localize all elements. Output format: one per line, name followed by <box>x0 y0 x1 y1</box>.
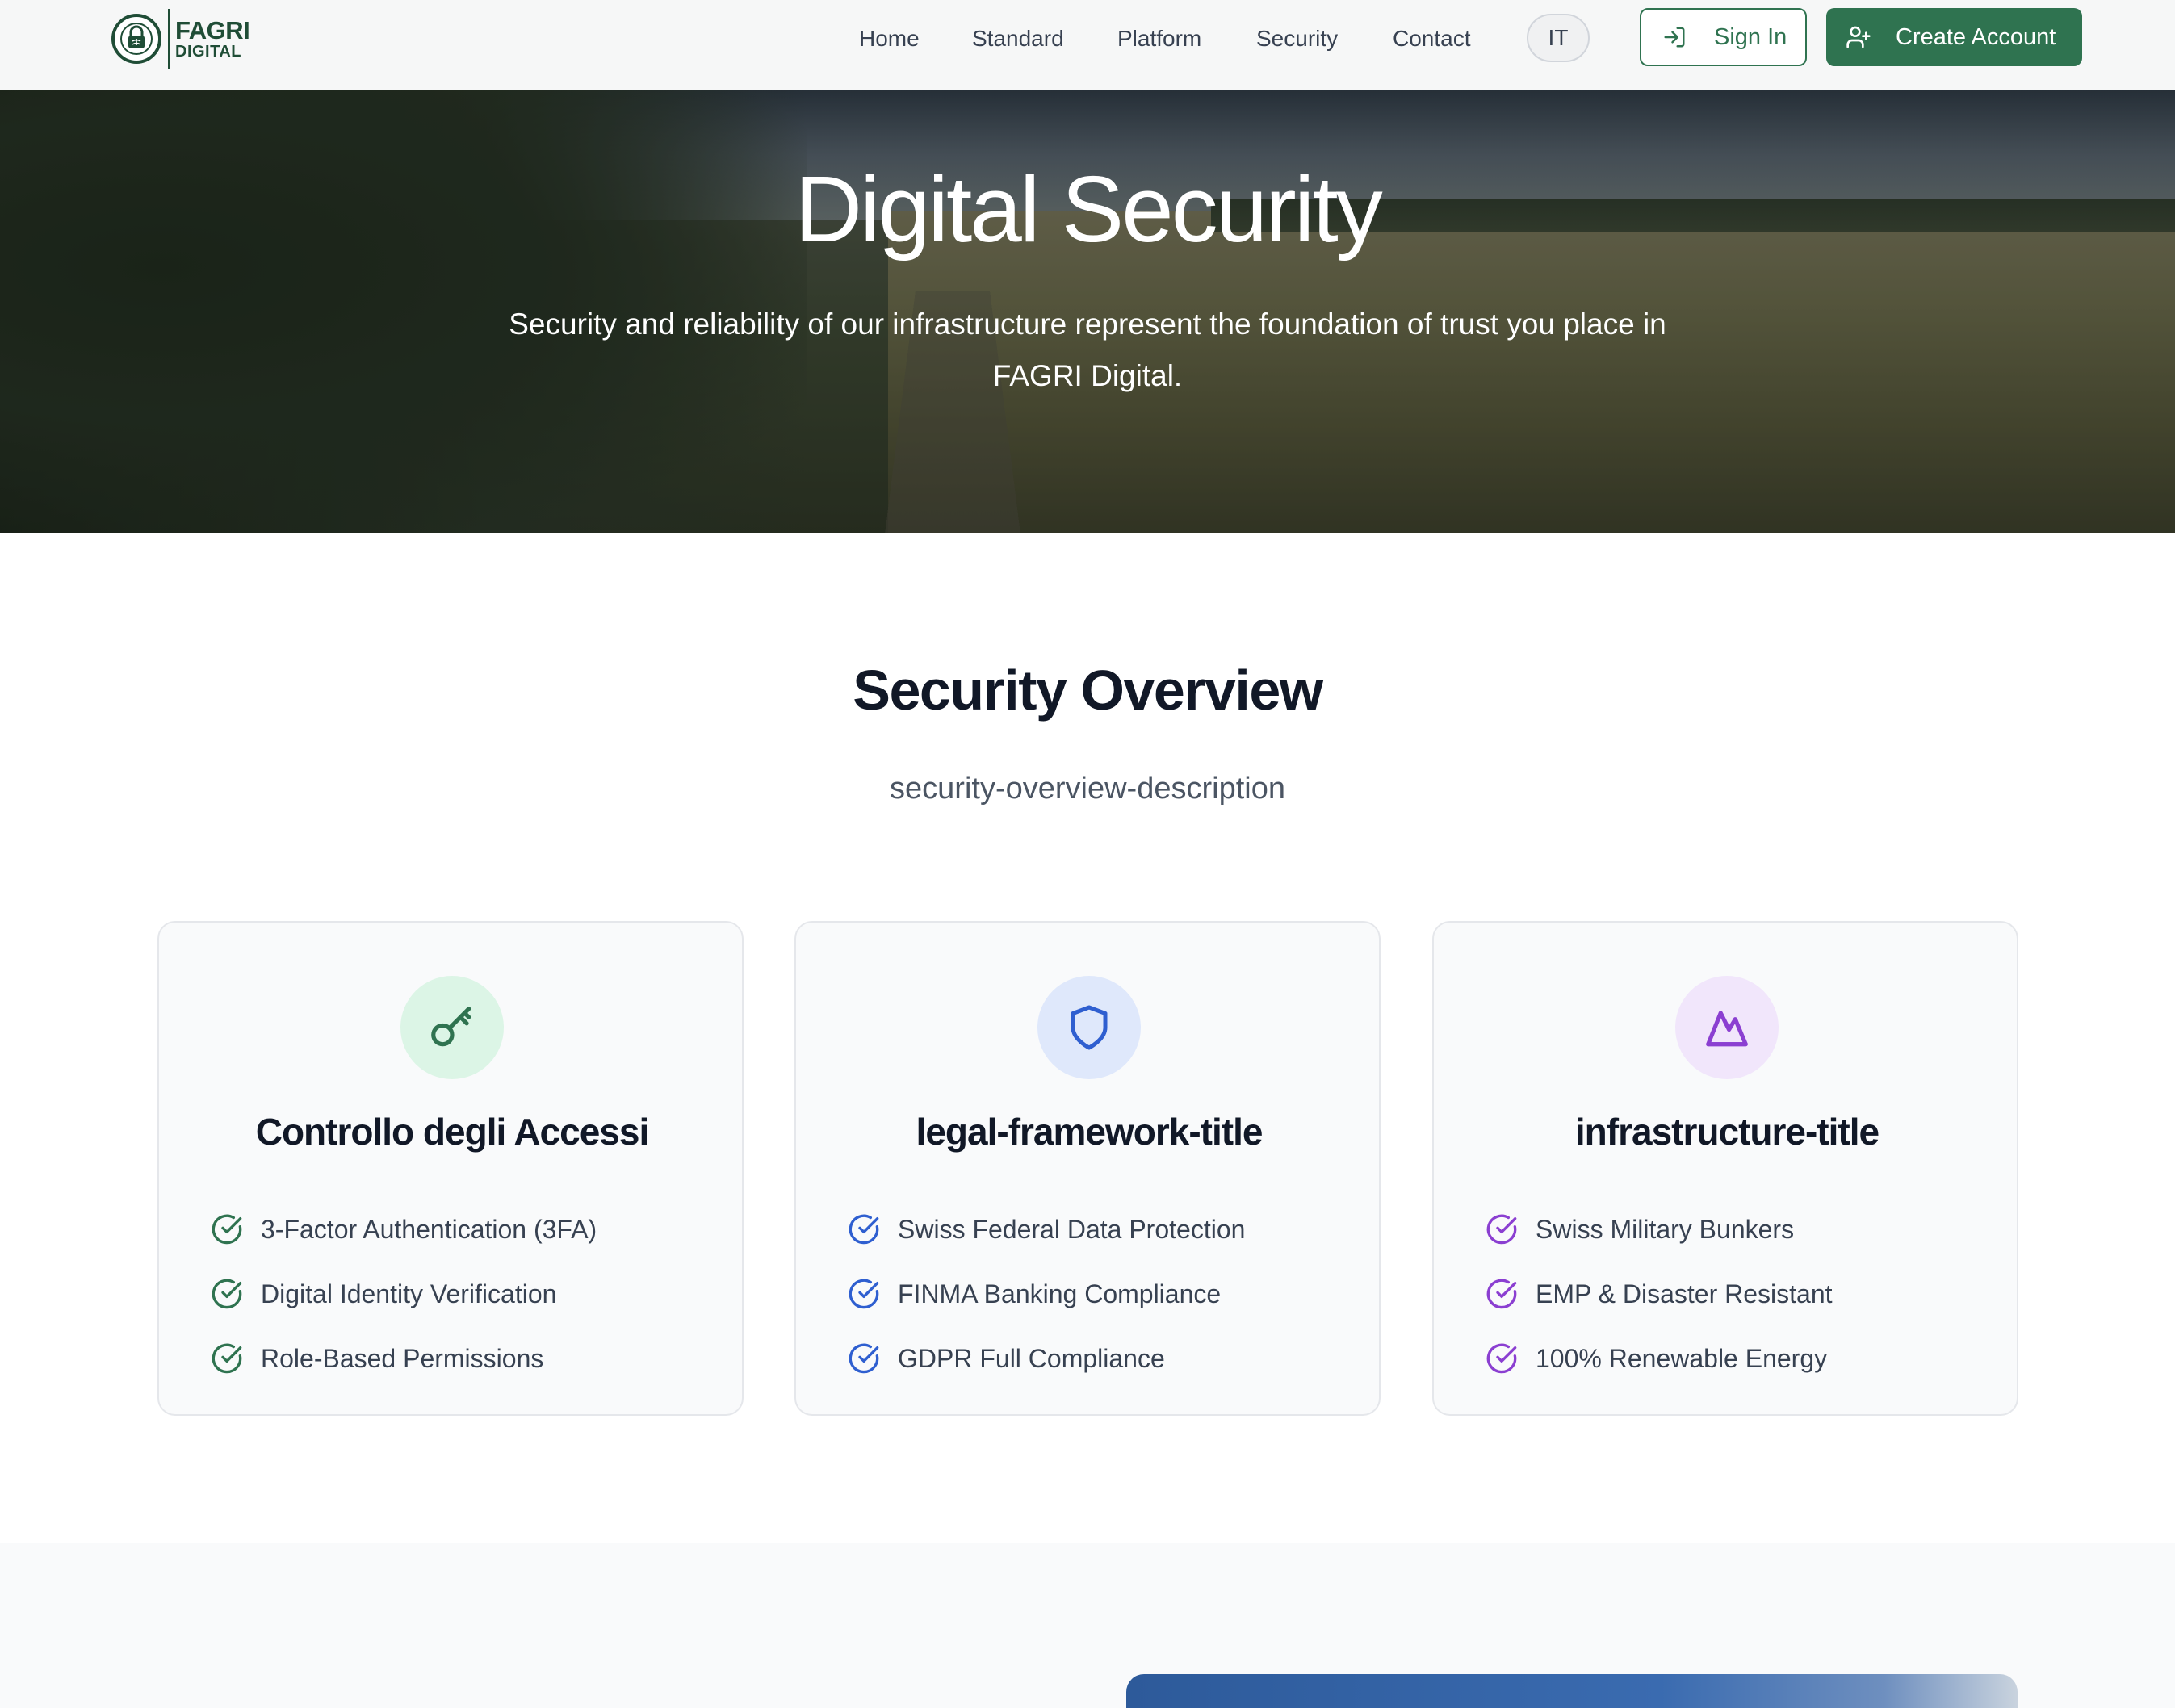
nav-platform[interactable]: Platform <box>1117 24 1201 53</box>
nav-security[interactable]: Security <box>1256 24 1338 53</box>
overview-description: security-overview-description <box>890 772 1285 806</box>
access-control-card: Controllo degli Accessi 3-Factor Authent… <box>157 921 744 1416</box>
check-circle-icon <box>1486 1279 1517 1309</box>
section-image <box>1126 1674 2018 1708</box>
nav-contact[interactable]: Contact <box>1393 24 1471 53</box>
mountain-icon <box>1675 976 1779 1079</box>
key-icon <box>400 976 504 1079</box>
check-circle-icon <box>212 1214 242 1245</box>
hero-banner: Digital Security Security and reliabilit… <box>0 90 2175 533</box>
card-title: legal-framework-title <box>916 1111 1264 1153</box>
fagri-logo[interactable]: FAGRI DIGITAL <box>111 9 250 69</box>
feature-text: Digital Identity Verification <box>261 1279 557 1308</box>
create-account-label: Create Account <box>1896 23 2056 50</box>
feature-list: 3-Factor Authentication (3FA) Digital Id… <box>211 1197 597 1391</box>
logo-divider <box>168 9 170 69</box>
logo-wordmark: FAGRI DIGITAL <box>175 16 250 61</box>
check-circle-icon <box>212 1343 242 1374</box>
card-title: Controllo degli Accessi <box>255 1111 650 1153</box>
logo-emblem-icon <box>111 14 161 64</box>
feature-text: 100% Renewable Energy <box>1536 1343 1828 1373</box>
badge-check-icon <box>849 1214 879 1245</box>
feature-text: FINMA Banking Compliance <box>898 1279 1222 1308</box>
list-item: Swiss Military Bunkers <box>1486 1197 1833 1262</box>
create-account-button[interactable]: Create Account <box>1826 8 2082 66</box>
feature-list: Swiss Federal Data Protection FINMA Bank… <box>848 1197 1245 1391</box>
logo-line1: FAGRI <box>175 16 250 44</box>
nav-home[interactable]: Home <box>859 24 920 53</box>
feature-text: 3-Factor Authentication (3FA) <box>261 1214 597 1244</box>
check-circle-icon <box>1486 1214 1517 1245</box>
logo-line2: DIGITAL <box>175 43 242 61</box>
add-user-icon <box>1846 26 1871 48</box>
sign-in-label: Sign In <box>1714 23 1787 50</box>
legal-framework-card: legal-framework-title Swiss Federal Data… <box>794 921 1381 1416</box>
badge-check-icon <box>849 1279 879 1309</box>
feature-list: Swiss Military Bunkers EMP & Disaster Re… <box>1486 1197 1833 1391</box>
card-title: infrastructure-title <box>1574 1111 1880 1153</box>
hero-title: Digital Security <box>794 157 1383 262</box>
list-item: Role-Based Permissions <box>211 1326 597 1391</box>
top-navbar: FAGRI DIGITAL Home Standard Platform Sec… <box>0 0 2175 90</box>
list-item: GDPR Full Compliance <box>848 1326 1245 1391</box>
list-item: Swiss Federal Data Protection <box>848 1197 1245 1262</box>
list-item: FINMA Banking Compliance <box>848 1262 1245 1326</box>
list-item: Digital Identity Verification <box>211 1262 597 1326</box>
feature-text: EMP & Disaster Resistant <box>1536 1279 1833 1308</box>
sign-in-button[interactable]: Sign In <box>1640 8 1807 66</box>
list-item: 100% Renewable Energy <box>1486 1326 1833 1391</box>
hero-subtitle: Security and reliability of our infrastr… <box>509 308 1666 392</box>
shield-icon <box>1037 976 1141 1079</box>
nav-standard[interactable]: Standard <box>972 24 1064 53</box>
feature-text: Swiss Federal Data Protection <box>898 1214 1246 1244</box>
sign-in-icon <box>1664 27 1685 48</box>
feature-text: Swiss Military Bunkers <box>1536 1214 1795 1244</box>
check-circle-icon <box>212 1279 242 1309</box>
feature-text: Role-Based Permissions <box>261 1343 544 1373</box>
overview-title: Security Overview <box>853 659 1323 722</box>
feature-text: GDPR Full Compliance <box>898 1343 1165 1373</box>
check-circle-icon <box>1486 1343 1517 1374</box>
badge-check-icon <box>849 1343 879 1374</box>
infrastructure-card: infrastructure-title Swiss Military Bunk… <box>1432 921 2018 1416</box>
list-item: EMP & Disaster Resistant <box>1486 1262 1833 1326</box>
language-toggle[interactable]: IT <box>1527 14 1590 62</box>
list-item: 3-Factor Authentication (3FA) <box>211 1197 597 1262</box>
